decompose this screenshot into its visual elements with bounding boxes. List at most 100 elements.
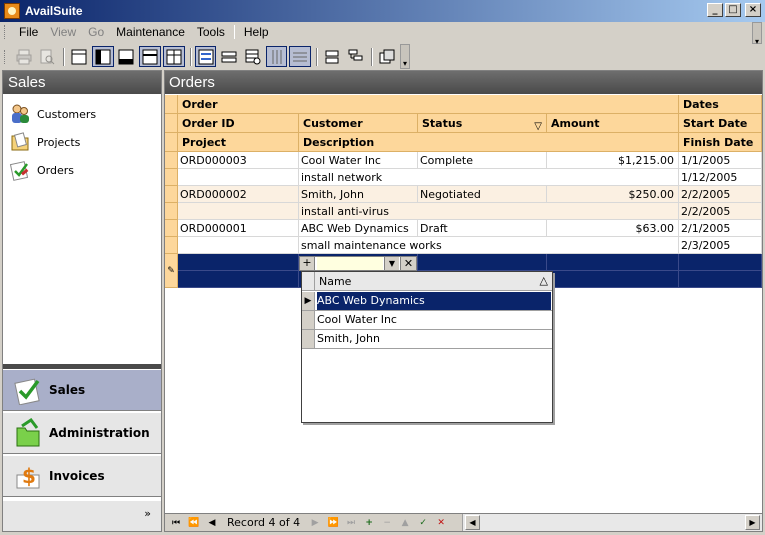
cell-status[interactable] xyxy=(418,254,547,271)
customize-button[interactable] xyxy=(376,46,398,67)
post-edit-button[interactable]: ✓ xyxy=(414,515,432,531)
layout-sidebar-button[interactable] xyxy=(91,46,114,67)
filter-grid-button[interactable] xyxy=(242,46,264,67)
table-row-detail[interactable]: install anti-virus 2/2/2005 xyxy=(165,203,762,220)
table-row[interactable]: ORD000001 ABC Web Dynamics Draft $63.00 … xyxy=(165,220,762,237)
menu-view[interactable]: View xyxy=(44,25,82,39)
cell-amount[interactable]: $1,215.00 xyxy=(547,152,679,169)
dropdown-button[interactable]: ▼ xyxy=(384,257,399,270)
layout-grid-button[interactable] xyxy=(163,46,185,67)
band-dates[interactable]: Dates xyxy=(679,95,762,114)
cell-customer[interactable]: Smith, John xyxy=(299,186,418,203)
minimize-button[interactable]: _ xyxy=(707,3,723,17)
cell-customer[interactable]: ABC Web Dynamics xyxy=(299,220,418,237)
next-page-button[interactable]: ⏩ xyxy=(324,515,342,531)
filter-icon[interactable]: ▽ xyxy=(534,117,542,132)
cell-status[interactable]: Draft xyxy=(418,220,547,237)
menu-overflow-button[interactable]: ▾ xyxy=(752,22,762,46)
cell-description[interactable]: install network xyxy=(299,169,679,186)
col-start-date[interactable]: Start Date xyxy=(679,114,762,133)
sidebar-item-projects[interactable]: Projects xyxy=(3,128,161,156)
menu-tools[interactable]: Tools xyxy=(191,25,231,39)
col-description[interactable]: Description xyxy=(299,133,679,152)
cell-order-id[interactable]: ORD000002 xyxy=(178,186,299,203)
sort-ascending-icon[interactable]: △ xyxy=(540,274,548,287)
print-button[interactable] xyxy=(13,46,35,67)
menu-maintenance[interactable]: Maintenance xyxy=(110,25,191,39)
sidebar-item-orders[interactable]: Orders xyxy=(3,156,161,184)
horizontal-scrollbar[interactable]: ◀ ▶ xyxy=(462,514,762,531)
cell-finish-date[interactable]: 2/2/2005 xyxy=(679,203,762,220)
customer-lookup-editor[interactable]: + ▼ ✕ xyxy=(299,256,417,271)
scroll-left-icon[interactable]: ◀ xyxy=(465,515,480,530)
scroll-right-icon[interactable]: ▶ xyxy=(745,515,760,530)
band-order[interactable]: Order xyxy=(178,95,679,114)
lookup-column-name[interactable]: Name xyxy=(319,275,351,288)
cancel-edit-button[interactable]: ✕ xyxy=(432,515,450,531)
clear-button[interactable]: ✕ xyxy=(400,257,416,270)
cell-start-date[interactable] xyxy=(679,254,762,271)
table-row-detail[interactable]: small maintenance works 2/3/2005 xyxy=(165,237,762,254)
cell-project[interactable] xyxy=(178,203,299,220)
last-record-button[interactable]: ⏭ xyxy=(342,515,360,531)
toolbar-grip[interactable] xyxy=(4,49,7,64)
menu-go[interactable]: Go xyxy=(82,25,110,39)
cell-finish-date[interactable] xyxy=(679,271,762,288)
print-preview-button[interactable] xyxy=(37,46,59,67)
edit-record-button[interactable]: ▲ xyxy=(396,515,414,531)
grid-lines-horizontal-button[interactable] xyxy=(289,46,312,67)
cell-project[interactable] xyxy=(178,237,299,254)
group-band-button[interactable] xyxy=(321,46,343,67)
cell-order-id[interactable] xyxy=(178,254,299,271)
next-record-button[interactable]: ▶ xyxy=(306,515,324,531)
close-button[interactable]: × xyxy=(745,3,761,17)
cell-start-date[interactable]: 2/2/2005 xyxy=(679,186,762,203)
cell-customer[interactable]: Cool Water Inc xyxy=(299,152,418,169)
cell-finish-date[interactable]: 1/12/2005 xyxy=(679,169,762,186)
lookup-option[interactable]: ▶ ABC Web Dynamics xyxy=(302,292,552,311)
col-amount[interactable]: Amount xyxy=(547,114,679,133)
menu-grip[interactable] xyxy=(4,25,7,39)
maximize-button[interactable]: □ xyxy=(725,3,741,17)
grid-lines-vertical-button[interactable] xyxy=(265,46,288,67)
new-record-row[interactable]: ✎ xyxy=(165,254,762,288)
layout-normal-button[interactable] xyxy=(68,46,90,67)
cell-project[interactable] xyxy=(178,169,299,186)
menu-file[interactable]: File xyxy=(13,25,44,39)
col-status[interactable]: Status ▽ xyxy=(418,114,547,133)
lookup-option[interactable]: Cool Water Inc xyxy=(302,311,552,330)
cell-status[interactable]: Complete xyxy=(418,152,547,169)
table-row[interactable]: ORD000003 Cool Water Inc Complete $1,215… xyxy=(165,152,762,169)
customer-lookup-input[interactable] xyxy=(317,257,383,270)
layout-bottom-button[interactable] xyxy=(116,46,138,67)
field-layout-button[interactable] xyxy=(218,46,240,67)
prev-page-button[interactable]: ⏪ xyxy=(185,515,203,531)
table-row[interactable]: ORD000002 Smith, John Negotiated $250.00… xyxy=(165,186,762,203)
menu-help[interactable]: Help xyxy=(238,25,275,39)
cell-order-id[interactable]: ORD000003 xyxy=(178,152,299,169)
cell-project[interactable] xyxy=(178,271,299,288)
lookup-option[interactable]: Smith, John xyxy=(302,330,552,349)
layout-split-button[interactable] xyxy=(139,46,161,67)
nav-button-invoices[interactable]: $ Invoices xyxy=(3,455,161,497)
cell-amount[interactable]: $63.00 xyxy=(547,220,679,237)
col-finish-date[interactable]: Finish Date xyxy=(679,133,762,152)
table-row-detail[interactable]: install network 1/12/2005 xyxy=(165,169,762,186)
nav-button-sales[interactable]: Sales xyxy=(3,369,161,411)
delete-record-button[interactable]: − xyxy=(378,515,396,531)
cell-order-id[interactable]: ORD000001 xyxy=(178,220,299,237)
form-view-button[interactable] xyxy=(194,46,217,67)
add-record-button[interactable]: + xyxy=(360,515,378,531)
nav-button-administration[interactable]: Administration xyxy=(3,412,161,454)
toolbar-overflow-button[interactable]: ▾ xyxy=(400,44,410,69)
cell-finish-date[interactable]: 2/3/2005 xyxy=(679,237,762,254)
col-project[interactable]: Project xyxy=(178,133,299,152)
cell-amount[interactable]: $250.00 xyxy=(547,186,679,203)
prev-record-button[interactable]: ◀ xyxy=(203,515,221,531)
col-order-id[interactable]: Order ID xyxy=(178,114,299,133)
col-customer[interactable]: Customer xyxy=(299,114,418,133)
cell-status[interactable]: Negotiated xyxy=(418,186,547,203)
tree-view-button[interactable] xyxy=(345,46,367,67)
add-customer-button[interactable]: + xyxy=(300,257,315,270)
first-record-button[interactable]: ⏮ xyxy=(167,515,185,531)
